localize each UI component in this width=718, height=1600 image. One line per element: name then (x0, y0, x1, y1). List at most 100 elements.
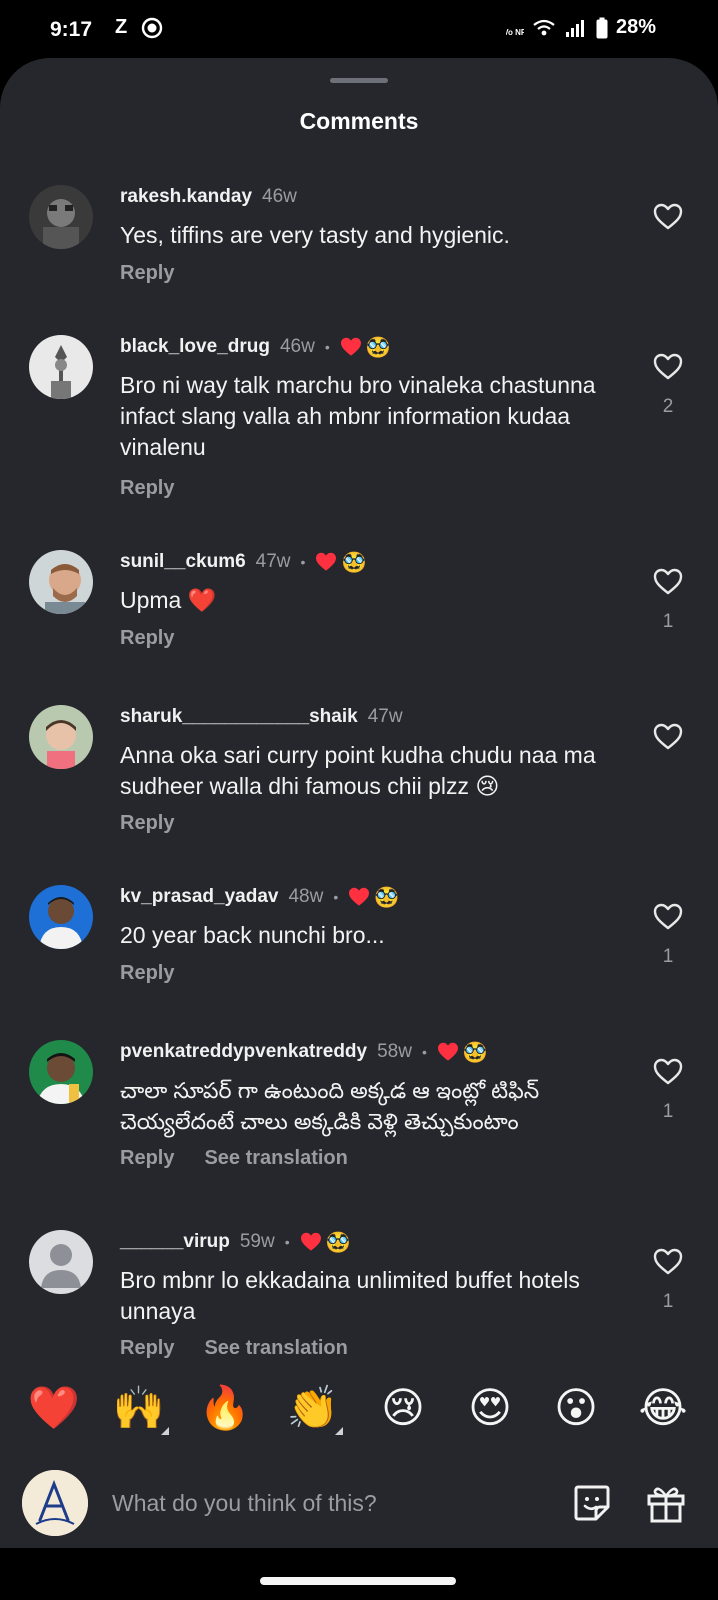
like-control[interactable] (650, 723, 686, 756)
separator-dot: • (284, 1234, 290, 1250)
status-bar: 9:17 Z Vo NR 28% (0, 0, 718, 58)
like-control[interactable] (650, 203, 686, 236)
emoji-surprised-button[interactable]: 😮 (546, 1373, 606, 1443)
comment-input[interactable] (112, 1483, 532, 1523)
avatar[interactable] (29, 335, 93, 399)
creator-avatar-icon: 🥸 (341, 550, 367, 574)
whatsapp-icon (142, 17, 163, 38)
comment-username[interactable]: black_love_drug (120, 336, 270, 358)
comment-time: 47w (367, 706, 403, 727)
carrier-letter: Z (115, 16, 128, 38)
comment-actions: Reply (120, 477, 174, 500)
comment-username[interactable]: sunil__ckum6 (120, 551, 246, 573)
wifi-icon (533, 19, 555, 35)
see-translation-button[interactable]: See translation (204, 1147, 347, 1170)
creator-like-indicator: 🥸 (315, 552, 366, 572)
heart-outline-icon[interactable] (653, 353, 683, 381)
like-count: 1 (662, 946, 674, 967)
volte-icon: Vo NR (506, 28, 524, 37)
like-count: 2 (662, 396, 674, 417)
skin-tone-corner-icon (161, 1427, 169, 1435)
sticker-icon (574, 1485, 610, 1521)
heart-outline-icon[interactable] (653, 1248, 683, 1276)
reply-button[interactable]: Reply (120, 1147, 174, 1170)
like-control[interactable]: 1 (650, 903, 686, 968)
reply-button[interactable]: Reply (120, 627, 174, 650)
avatar[interactable] (29, 1040, 93, 1104)
battery-icon (596, 17, 608, 38)
comment-actions: Reply (120, 962, 174, 985)
heart-outline-icon[interactable] (653, 1058, 683, 1086)
emoji-clapping-button[interactable]: 👏 (283, 1373, 343, 1443)
emoji-reaction-bar: ❤️ 🙌 🔥 👏 😢 😍 😮 😂 (0, 1373, 718, 1443)
status-time: 9:17 (50, 18, 93, 41)
heart-filled-icon (316, 552, 337, 571)
creator-avatar-icon: 🥸 (325, 1230, 351, 1254)
emoji-fire-button[interactable]: 🔥 (195, 1373, 255, 1443)
comment-username[interactable]: pvenkatreddypvenkatreddy (120, 1041, 367, 1063)
like-control[interactable]: 1 (650, 1248, 686, 1313)
emoji-heart-button[interactable]: ❤️ (24, 1373, 84, 1443)
avatar[interactable] (29, 1230, 93, 1294)
heart-filled-icon (437, 1042, 458, 1061)
emoji-raising-hands-glyph: 🙌 (112, 1383, 166, 1432)
comment-time: 48w (288, 886, 324, 907)
like-control[interactable]: 2 (650, 353, 686, 418)
drag-handle[interactable] (330, 78, 388, 83)
sticker-button[interactable] (570, 1481, 614, 1525)
creator-like-indicator: 🥸 (348, 887, 399, 907)
avatar[interactable] (29, 705, 93, 769)
like-count: 1 (662, 611, 674, 632)
creator-like-indicator: 🥸 (340, 337, 391, 357)
emoji-crying-button[interactable]: 😢 (373, 1373, 433, 1443)
emoji-raising-hands-button[interactable]: 🙌 (109, 1373, 169, 1443)
reply-button[interactable]: Reply (120, 962, 174, 985)
comment-header: sunil__ckum6 47w • 🥸 (120, 551, 366, 573)
comments-sheet: Comments rakesh.kanday 46w Yes, tiffins … (0, 58, 718, 1548)
comment-header: kv_prasad_yadav 48w • 🥸 (120, 886, 399, 908)
comment-actions: Reply See translation (120, 1147, 348, 1170)
status-left-icons: Z (115, 16, 163, 39)
comment-text: Bro mbnr lo ekkadaina unlimited buffet h… (120, 1267, 580, 1324)
comment-text: Anna oka sari curry point kudha chudu na… (120, 742, 596, 799)
comment-username[interactable]: rakesh.kanday (120, 186, 252, 208)
gift-icon (647, 1487, 685, 1523)
separator-dot: • (421, 1044, 427, 1060)
comment-text: Upma ❤️ (120, 587, 217, 613)
comment-username[interactable]: sharuk____________shaik (120, 706, 358, 728)
home-gesture-handle[interactable] (260, 1577, 456, 1585)
reply-button[interactable]: Reply (120, 262, 174, 285)
comment-actions: Reply (120, 262, 174, 285)
heart-outline-icon[interactable] (653, 723, 683, 751)
heart-outline-icon[interactable] (653, 568, 683, 596)
comments-list[interactable]: rakesh.kanday 46w Yes, tiffins are very … (0, 163, 718, 1431)
heart-outline-icon[interactable] (653, 903, 683, 931)
emoji-heart-eyes-button[interactable]: 😍 (460, 1373, 520, 1443)
creator-like-indicator: 🥸 (300, 1232, 351, 1252)
comment-username[interactable]: kv_prasad_yadav (120, 886, 278, 908)
emoji-laughing-button[interactable]: 😂 (633, 1373, 693, 1443)
avatar[interactable] (29, 185, 93, 249)
heart-outline-icon[interactable] (653, 203, 683, 231)
reply-button[interactable]: Reply (120, 1337, 174, 1360)
sheet-title: Comments (299, 108, 419, 134)
comment-actions: Reply (120, 627, 174, 650)
like-control[interactable]: 1 (650, 568, 686, 633)
see-translation-button[interactable]: See translation (204, 1337, 347, 1360)
network-label: Vo NR (506, 28, 524, 37)
comment-header: pvenkatreddypvenkatreddy 58w • 🥸 (120, 1041, 488, 1063)
gift-button[interactable] (644, 1481, 688, 1525)
separator-dot: • (333, 889, 339, 905)
current-user-avatar (22, 1470, 88, 1536)
reply-button[interactable]: Reply (120, 477, 174, 500)
comment-composer (0, 1443, 718, 1548)
like-count: 1 (662, 1291, 674, 1312)
avatar[interactable] (29, 885, 93, 949)
comment-text: Bro ni way talk marchu bro vinaleka chas… (120, 372, 596, 460)
reply-button[interactable]: Reply (120, 812, 174, 835)
like-count: 1 (662, 1101, 674, 1122)
comment-time: 46w (279, 336, 315, 357)
like-control[interactable]: 1 (650, 1058, 686, 1123)
avatar[interactable] (29, 550, 93, 614)
comment-username[interactable]: ______virup (120, 1231, 230, 1253)
